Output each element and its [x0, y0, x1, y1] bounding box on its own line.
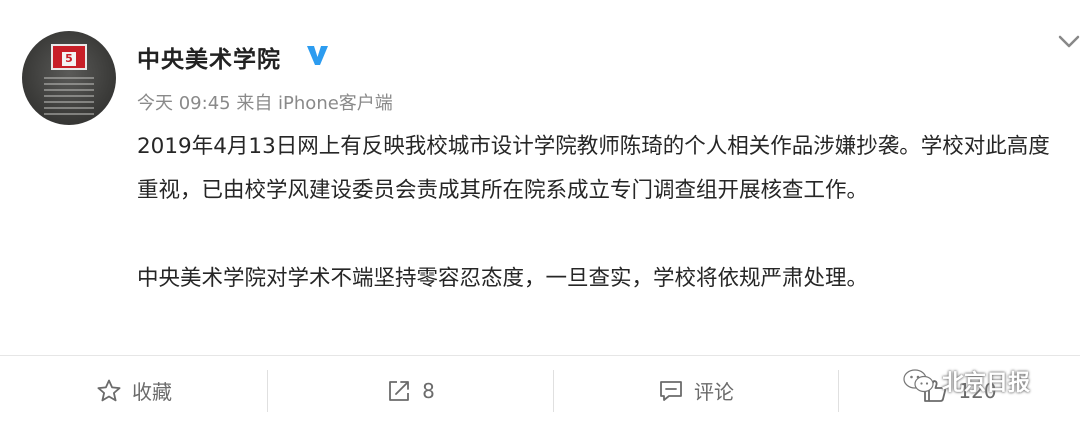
favorite-button[interactable]: 收藏 — [0, 356, 268, 425]
post-paragraph: 中央美术学院对学术不端坚持零容忍态度，一旦查实，学校将依规严肃处理。 — [137, 266, 869, 291]
post-content: 2019年4月13日网上有反映我校城市设计学院教师陈琦的个人相关作品涉嫌抄袭。学… — [137, 125, 1052, 301]
avatar[interactable]: 5 — [22, 31, 116, 125]
avatar-plate-number: 5 — [62, 52, 76, 66]
repost-icon — [389, 380, 410, 401]
watermark-text: 北京日报 — [942, 371, 1031, 396]
watermark: 北京日报 — [902, 365, 1030, 397]
author-name[interactable]: 中央美术学院 — [137, 40, 281, 74]
comment-icon — [660, 380, 682, 401]
verified-v-icon — [307, 46, 328, 65]
avatar-plate: 5 — [51, 44, 87, 70]
comment-button[interactable]: 评论 — [554, 356, 838, 425]
favorite-label: 收藏 — [132, 380, 172, 404]
avatar-inscription — [44, 77, 94, 117]
post-meta: 今天 09:45 来自 iPhone客户端 — [137, 93, 393, 114]
comment-label: 评论 — [694, 380, 734, 404]
repost-count: 8 — [422, 378, 435, 403]
star-icon — [97, 379, 121, 401]
repost-button[interactable]: 8 — [268, 356, 553, 425]
post-paragraph: 2019年4月13日网上有反映我校城市设计学院教师陈琦的个人相关作品涉嫌抄袭。学… — [137, 134, 1050, 203]
weibo-post: 5 中央美术学院 今天 09:45 来自 iPhone客户端 2019年4月13… — [0, 0, 1080, 425]
chevron-down-icon[interactable] — [1058, 34, 1080, 50]
wechat-icon — [903, 369, 934, 393]
